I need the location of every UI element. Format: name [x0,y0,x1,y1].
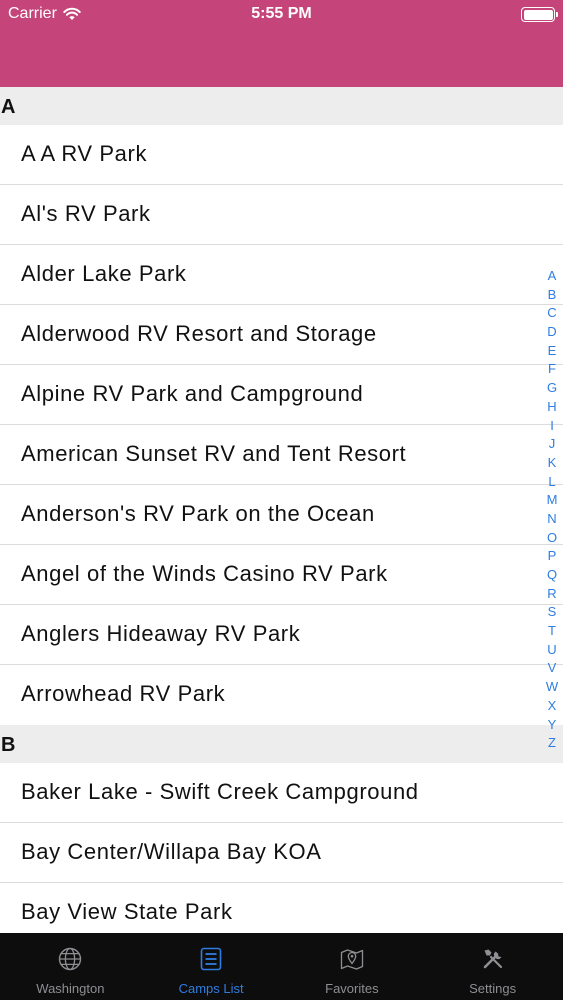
index-letter-n[interactable]: N [547,510,556,529]
index-letter-m[interactable]: M [547,491,558,510]
list-icon [200,947,222,971]
index-letter-a[interactable]: A [548,267,557,286]
index-letter-b[interactable]: B [548,286,557,305]
section-header-a: A [0,87,563,125]
index-letter-z[interactable]: Z [548,734,556,753]
list-item[interactable]: Bay Center/Willapa Bay KOA [0,823,563,883]
battery-icon [521,7,558,22]
index-letter-d[interactable]: D [547,323,556,342]
tab-favorites[interactable]: Favorites [282,933,423,1000]
index-letter-x[interactable]: X [548,697,557,716]
index-letter-i[interactable]: I [550,417,554,436]
list-item[interactable]: Bay View State Park [0,883,563,933]
index-letter-u[interactable]: U [547,641,556,660]
index-letter-j[interactable]: J [549,435,556,454]
index-letter-l[interactable]: L [548,473,555,492]
index-letter-w[interactable]: W [546,678,558,697]
index-letter-f[interactable]: F [548,360,556,379]
tab-camps-list[interactable]: Camps List [141,933,282,1000]
index-letter-y[interactable]: Y [548,716,557,735]
list-item[interactable]: American Sunset RV and Tent Resort [0,425,563,485]
index-letter-t[interactable]: T [548,622,556,641]
list-item[interactable]: Al's RV Park [0,185,563,245]
list-item[interactable]: Arrowhead RV Park [0,665,563,725]
map-pin-icon [340,949,364,970]
list-item[interactable]: Angel of the Winds Casino RV Park [0,545,563,605]
list-item[interactable]: Alderwood RV Resort and Storage [0,305,563,365]
camps-list[interactable]: A A A RV Park Al's RV Park Alder Lake Pa… [0,87,563,933]
section-header-b: B [0,725,563,763]
tab-bar: Washington Camps List Favorites Settings [0,933,563,1000]
index-letter-v[interactable]: V [548,659,557,678]
status-bar: Carrier 5:55 PM [0,0,563,30]
globe-icon [59,947,82,971]
status-time: 5:55 PM [251,5,312,22]
navigation-bar: Carrier 5:55 PM [0,0,563,87]
index-letter-p[interactable]: P [548,547,557,566]
tab-label: Camps List [178,981,244,996]
index-letter-o[interactable]: O [547,529,557,548]
tab-washington[interactable]: Washington [0,933,141,1000]
tools-icon [483,949,502,969]
index-letter-q[interactable]: Q [547,566,557,585]
tab-label: Favorites [325,981,379,996]
index-letter-c[interactable]: C [547,304,556,323]
tab-label: Settings [469,981,517,996]
tab-settings[interactable]: Settings [422,933,563,1000]
list-item[interactable]: Anderson's RV Park on the Ocean [0,485,563,545]
list-item[interactable]: A A RV Park [0,125,563,185]
index-letter-k[interactable]: K [548,454,557,473]
index-letter-s[interactable]: S [548,603,557,622]
list-item[interactable]: Baker Lake - Swift Creek Campground [0,763,563,823]
index-letter-e[interactable]: E [548,342,557,361]
index-letter-h[interactable]: H [547,398,556,417]
index-letter-r[interactable]: R [547,585,556,604]
list-item[interactable]: Alder Lake Park [0,245,563,305]
section-index-bar[interactable]: A B C D E F G H I J K L M N O P Q R S T … [543,267,561,753]
tab-label: Washington [36,981,105,996]
list-item[interactable]: Anglers Hideaway RV Park [0,605,563,665]
index-letter-g[interactable]: G [547,379,557,398]
list-item[interactable]: Alpine RV Park and Campground [0,365,563,425]
